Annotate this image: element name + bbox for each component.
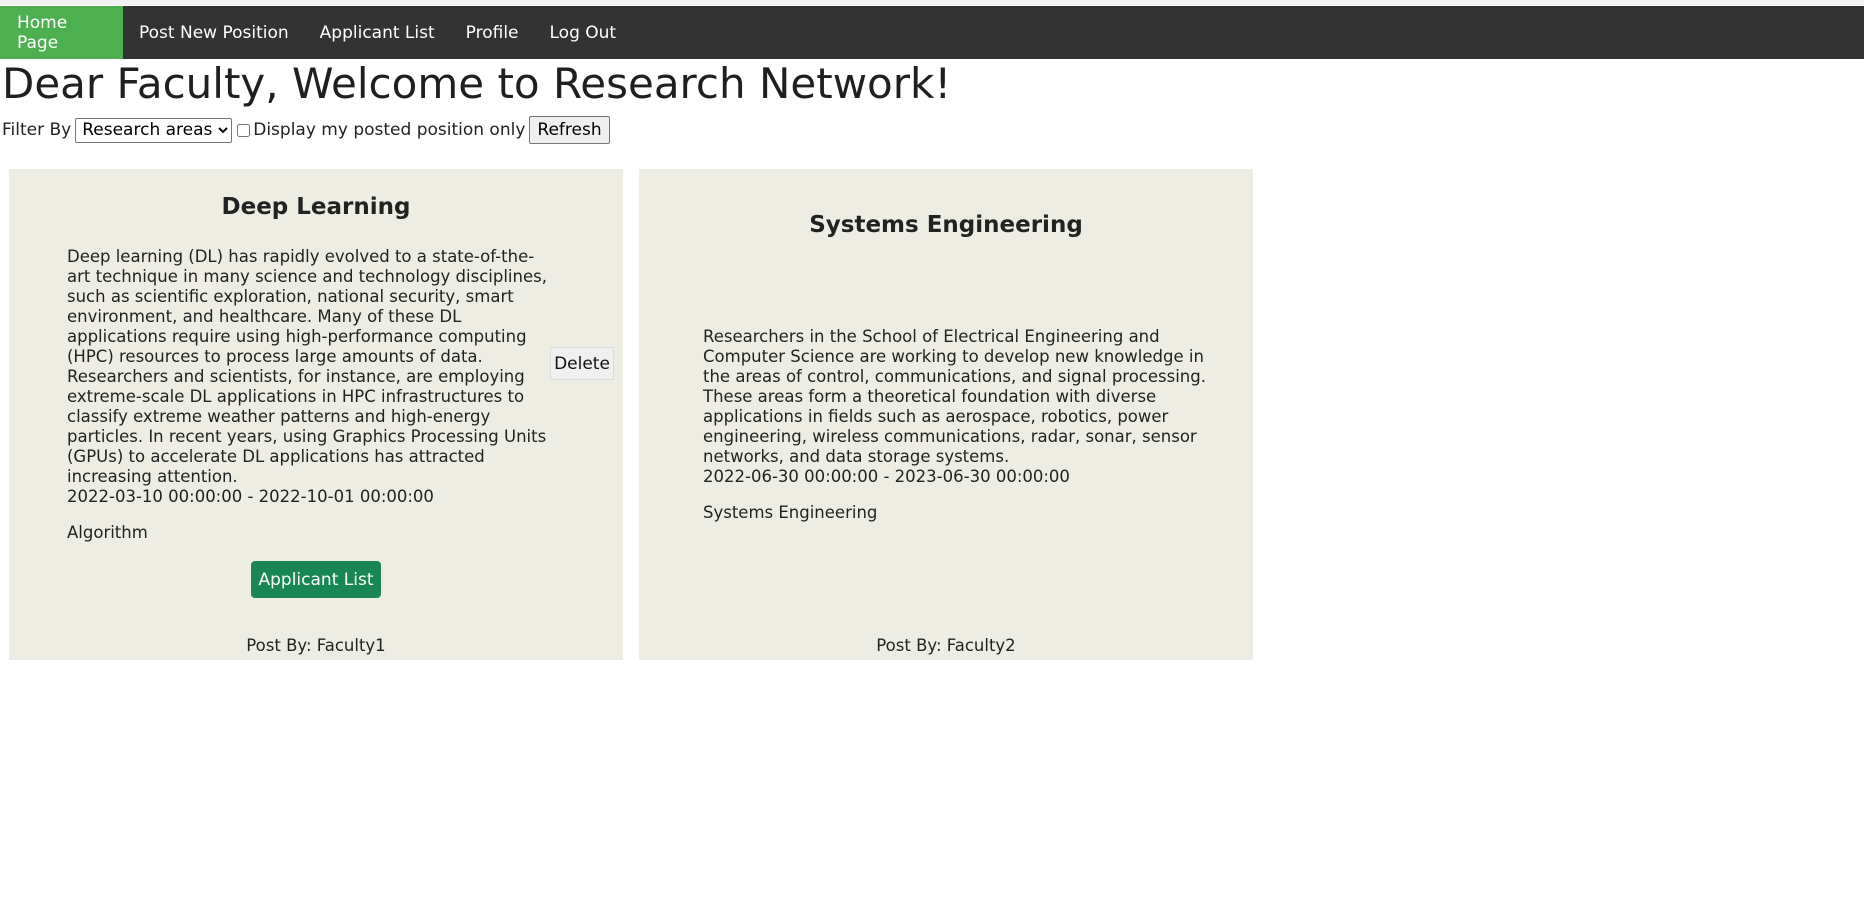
position-dates: 2022-06-30 00:00:00 - 2023-06-30 00:00:0…	[703, 467, 1070, 486]
position-title: Systems Engineering	[809, 212, 1083, 238]
nav-log-out[interactable]: Log Out	[535, 6, 633, 59]
position-card: Deep Learning Deep learning (DL) has rap…	[9, 169, 623, 660]
delete-button[interactable]: Delete	[550, 347, 614, 380]
page-title: Dear Faculty, Welcome to Research Networ…	[2, 59, 952, 108]
nav-home-page[interactable]: Home Page	[0, 6, 123, 59]
refresh-button[interactable]: Refresh	[529, 116, 610, 144]
filter-bar: Filter By Research areas Display my post…	[2, 116, 610, 144]
position-body: Deep learning (DL) has rapidly evolved t…	[67, 247, 554, 543]
nav-profile[interactable]: Profile	[451, 6, 535, 59]
filter-label: Filter By	[2, 120, 72, 140]
research-area-select[interactable]: Research areas	[75, 117, 233, 143]
position-title: Deep Learning	[221, 194, 411, 220]
posted-by: Post By: Faculty2	[876, 636, 1016, 655]
position-body: Researchers in the School of Electrical …	[703, 327, 1213, 523]
navbar: Home Page Post New Position Applicant Li…	[0, 6, 1864, 59]
applicant-list-button[interactable]: Applicant List	[251, 561, 381, 598]
top-strip	[0, 0, 1864, 5]
position-card: Systems Engineering Researchers in the S…	[639, 169, 1253, 660]
position-description: Researchers in the School of Electrical …	[703, 327, 1206, 466]
position-dates: 2022-03-10 00:00:00 - 2022-10-01 00:00:0…	[67, 487, 434, 506]
posted-by: Post By: Faculty1	[246, 636, 386, 655]
position-research-area: Algorithm	[67, 523, 148, 542]
nav-applicant-list[interactable]: Applicant List	[305, 6, 451, 59]
my-positions-checkbox[interactable]	[237, 123, 251, 137]
my-positions-checkbox-label: Display my posted position only	[253, 120, 526, 140]
position-research-area: Systems Engineering	[703, 503, 878, 522]
nav-post-new-position[interactable]: Post New Position	[123, 6, 305, 59]
position-description: Deep learning (DL) has rapidly evolved t…	[67, 247, 547, 486]
